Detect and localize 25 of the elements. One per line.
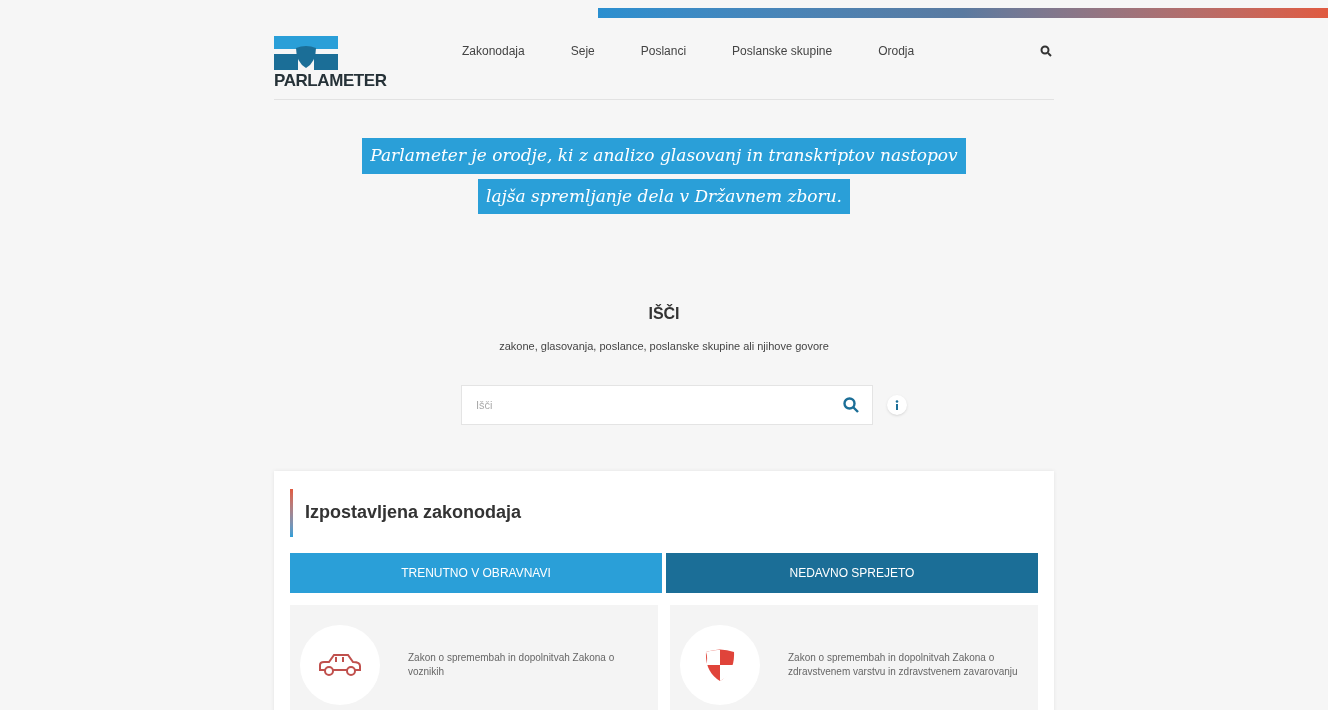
accent-bar bbox=[290, 488, 293, 537]
law-title: Zakon o spremembah in dopolnitvah Zakona o voznikih bbox=[408, 651, 616, 678]
car-icon bbox=[317, 651, 363, 678]
law-title: Zakon o spremembah in dopolnitvah Zakona o zdravstvenem varstvu in zdravstvenem zavarovanju bbox=[788, 651, 1019, 678]
column-header[interactable]: NEDAVNO SPREJETO bbox=[666, 552, 1038, 593]
nav-link[interactable]: Zakonodaja bbox=[462, 41, 525, 60]
law-card[interactable]: Zakon o spremembah in dopolnitvah Zakona o zdravstvenem varstvu in zdravstvenem zavarovanju bbox=[670, 604, 1038, 710]
search-icon[interactable] bbox=[1040, 44, 1052, 57]
tagline-text: Parlameter je orodje, ki z analizo glasovanj in transkriptov nastopov bbox=[362, 138, 966, 174]
tagline-text: lajša spremljanje dela v Državnem zboru. bbox=[478, 178, 850, 214]
nav-link[interactable]: Poslanci bbox=[640, 41, 687, 60]
logo[interactable]: PARLAMETER bbox=[274, 36, 444, 89]
search-field[interactable]: Išči bbox=[461, 384, 873, 425]
search-icon[interactable] bbox=[843, 396, 859, 413]
shield-icon bbox=[704, 647, 736, 682]
logo-text: PARLAMETER bbox=[274, 72, 388, 89]
search-subtitle: zakone, glasovanja, poslance, poslanske skupine ali njihove govore bbox=[499, 339, 829, 354]
search-title: IŠČI bbox=[648, 303, 680, 324]
nav-link[interactable]: Seje bbox=[570, 41, 595, 60]
section-title: Izpostavljena zakonodaja bbox=[305, 501, 522, 524]
nav-link[interactable]: Orodja bbox=[878, 41, 915, 60]
info-icon[interactable] bbox=[887, 394, 907, 415]
nav-link[interactable]: Poslanske skupine bbox=[732, 41, 833, 60]
law-card[interactable]: Zakon o spremembah in dopolnitvah Zakona o voznikih bbox=[290, 604, 658, 710]
logo-icon bbox=[274, 36, 338, 70]
